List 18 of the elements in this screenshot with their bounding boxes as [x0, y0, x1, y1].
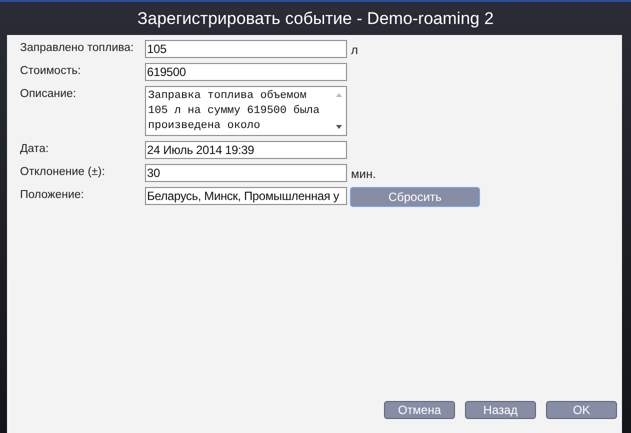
text-field[interactable]: Беларусь, Минск, Промышленная у	[145, 187, 347, 205]
field-label: Дата:	[20, 142, 50, 155]
window-title: Зарегистрировать событие - Demo-roaming 2	[136, 8, 495, 30]
description-field[interactable]: Заправка топлива объемом 105 л на сумму 619500 была произведена около	[145, 86, 347, 136]
text-field[interactable]: 30	[145, 164, 347, 182]
field-label: Стоимость:	[20, 64, 82, 77]
field-label: Заправлено топлива:	[20, 41, 135, 54]
field-label: Положение:	[20, 188, 85, 201]
text-field[interactable]: 24 Июль 2014 19:39	[145, 141, 347, 159]
unit-label: л	[350, 42, 360, 57]
text-field[interactable]: 619500	[145, 63, 347, 81]
description-line: Заправка топлива объемом	[148, 89, 308, 104]
description-line: произведена около	[148, 119, 262, 134]
field-label: Описание:	[20, 87, 78, 100]
unit-label: мин.	[350, 166, 377, 181]
field-label: Отклонение (±):	[20, 165, 106, 178]
text-field[interactable]: 105	[145, 40, 347, 58]
description-line: 105 л на сумму 619500 была	[148, 104, 321, 119]
